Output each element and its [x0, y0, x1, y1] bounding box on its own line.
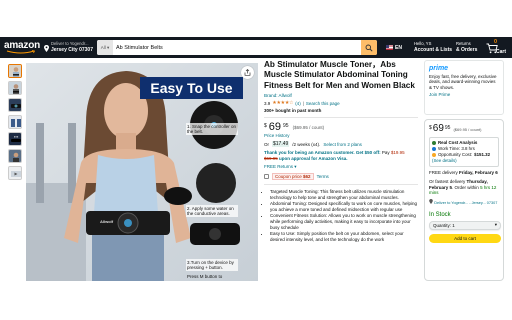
thumbnail-5[interactable]: ●●● — [8, 132, 22, 146]
list-item: Abdominal Toning: Designed specifically … — [270, 201, 418, 212]
location-pin-icon — [44, 45, 49, 52]
us-flag-icon — [386, 45, 393, 50]
step-3-caption: 3.Turn on the device by pressing + butto… — [186, 259, 238, 271]
easy-to-use-banner: Easy To Use — [140, 77, 243, 99]
search-button[interactable] — [361, 40, 377, 55]
divider — [264, 117, 418, 119]
chevron-down-icon: ▾ — [494, 222, 497, 228]
amazon-logo[interactable]: amazon — [4, 39, 42, 56]
coupon-checkbox[interactable] — [264, 174, 269, 180]
thumbnail-6[interactable] — [8, 149, 22, 163]
free-returns-link[interactable]: FREE Returns ▾ — [264, 164, 418, 170]
search-this-page-link[interactable]: Search this page — [306, 101, 340, 106]
price-history-link[interactable]: Price History — [264, 133, 418, 139]
clock-icon — [432, 147, 436, 151]
buy-box: $ 69 95 ($69.95 / count) Real Cost Analy… — [424, 119, 504, 281]
visa-promo[interactable]: Thank you for being an Amazon customer. … — [264, 150, 418, 162]
analysis-icon — [432, 141, 436, 145]
step-2-caption: 2. Apply some water on the conductive ar… — [186, 205, 238, 217]
prime-description: Enjoy fast, free delivery, exclusive dea… — [429, 74, 497, 90]
coupon-terms-link[interactable]: Terms — [317, 174, 329, 179]
star-rating-icon[interactable]: ★★★★☆ — [272, 100, 293, 106]
share-icon — [244, 69, 251, 76]
account-and-lists[interactable]: Hello, YS Account & Lists — [414, 40, 452, 56]
rating-count-link[interactable]: (4) — [295, 101, 301, 106]
feature-bullets: Targeted Muscle Toning: This fitness bel… — [264, 189, 418, 242]
see-details-link[interactable]: (See details) — [432, 158, 496, 164]
language-selector[interactable]: EN — [386, 42, 410, 53]
coupon-row: Coupon price $62 Terms — [264, 173, 418, 181]
deliver-to-location[interactable]: Deliver to Yogendr... Jersey City 07307 — [44, 40, 94, 56]
coupon-badge: Coupon price $62 — [272, 173, 314, 181]
cost-icon — [432, 153, 436, 157]
join-prime-link[interactable]: Join Prime — [429, 92, 499, 97]
thumbnail-7[interactable] — [8, 166, 22, 180]
rating-value: 3.9 — [264, 100, 271, 106]
thumbnail-1[interactable] — [8, 64, 22, 78]
location-pin-icon — [429, 199, 433, 205]
stock-status: In Stock — [429, 211, 451, 218]
list-item: Easy to Use: Simply position the belt on… — [270, 231, 418, 242]
step-1-caption: 1. Snap the controller on the belt. — [186, 123, 238, 135]
add-to-cart-button[interactable]: Add to cart — [429, 233, 501, 243]
thumbnail-4[interactable] — [8, 115, 22, 129]
quantity-dropdown[interactable]: Quantity: 1 ▾ — [429, 220, 501, 230]
product-price: $ 69 95 ($69.95 / count) — [264, 121, 325, 134]
rating-row: 3.9 ★★★★☆ (4) | Search this page — [264, 100, 340, 107]
divider — [264, 184, 418, 186]
search-category-dropdown[interactable]: All ▾ — [97, 40, 113, 55]
thumbnail-2[interactable] — [8, 81, 22, 95]
cart-button[interactable]: 0 Cart — [486, 39, 510, 56]
installment-row: Or $17.49 /2 weeks (x4). Select from 2 p… — [264, 141, 362, 148]
belt-brand-label: Allwolf — [100, 219, 114, 224]
svg-text:●●●: ●●● — [14, 136, 19, 139]
prime-promo-panel: prime Enjoy fast, free delivery, exclusi… — [424, 60, 504, 115]
product-details: Ab Stimulator Muscle Toner，Abs Muscle St… — [264, 60, 418, 243]
step-4-caption: Press M button to — [187, 274, 223, 279]
bought-in-past-month: 300+ bought in past month — [264, 108, 322, 114]
image-thumbnails: ●●● — [8, 64, 22, 183]
real-cost-analysis: Real Cost Analysis Work Time: 3.8 hrs Op… — [429, 137, 499, 167]
free-delivery-info: FREE delivery Friday, February 6 — [429, 170, 498, 175]
search-input[interactable] — [115, 40, 357, 55]
list-item: Convenient Fitness Solution: Allows you … — [270, 213, 418, 230]
buybox-price: $ 69 95 ($69.95 / count) — [429, 123, 482, 134]
installment-price: $17.49 — [272, 141, 290, 148]
deliver-to-link[interactable]: Deliver to Yogendr... - Jersey... 07307 — [429, 199, 499, 207]
search-icon — [365, 44, 373, 52]
select-plan-link[interactable]: Select from 2 plans — [323, 142, 362, 147]
main-product-image[interactable]: Easy To Use 1. Snap the controller on th… — [26, 63, 258, 281]
top-nav-bar: amazon Deliver to Yogendr... Jersey City… — [0, 37, 512, 58]
share-button[interactable] — [241, 66, 254, 79]
fastest-delivery-info: Or fastest delivery Thursday, February 5… — [429, 178, 497, 196]
thumbnail-3[interactable] — [8, 98, 22, 112]
list-item: Targeted Muscle Toning: This fitness bel… — [270, 189, 418, 200]
search-bar: All ▾ — [97, 40, 377, 55]
product-title: Ab Stimulator Muscle Toner，Abs Muscle St… — [264, 60, 415, 90]
brand-link[interactable]: Brand: Allwolf — [264, 93, 418, 98]
smile-arrow-icon — [6, 50, 36, 54]
returns-and-orders[interactable]: Returns & Orders — [456, 40, 484, 56]
prime-logo: prime — [429, 65, 449, 72]
